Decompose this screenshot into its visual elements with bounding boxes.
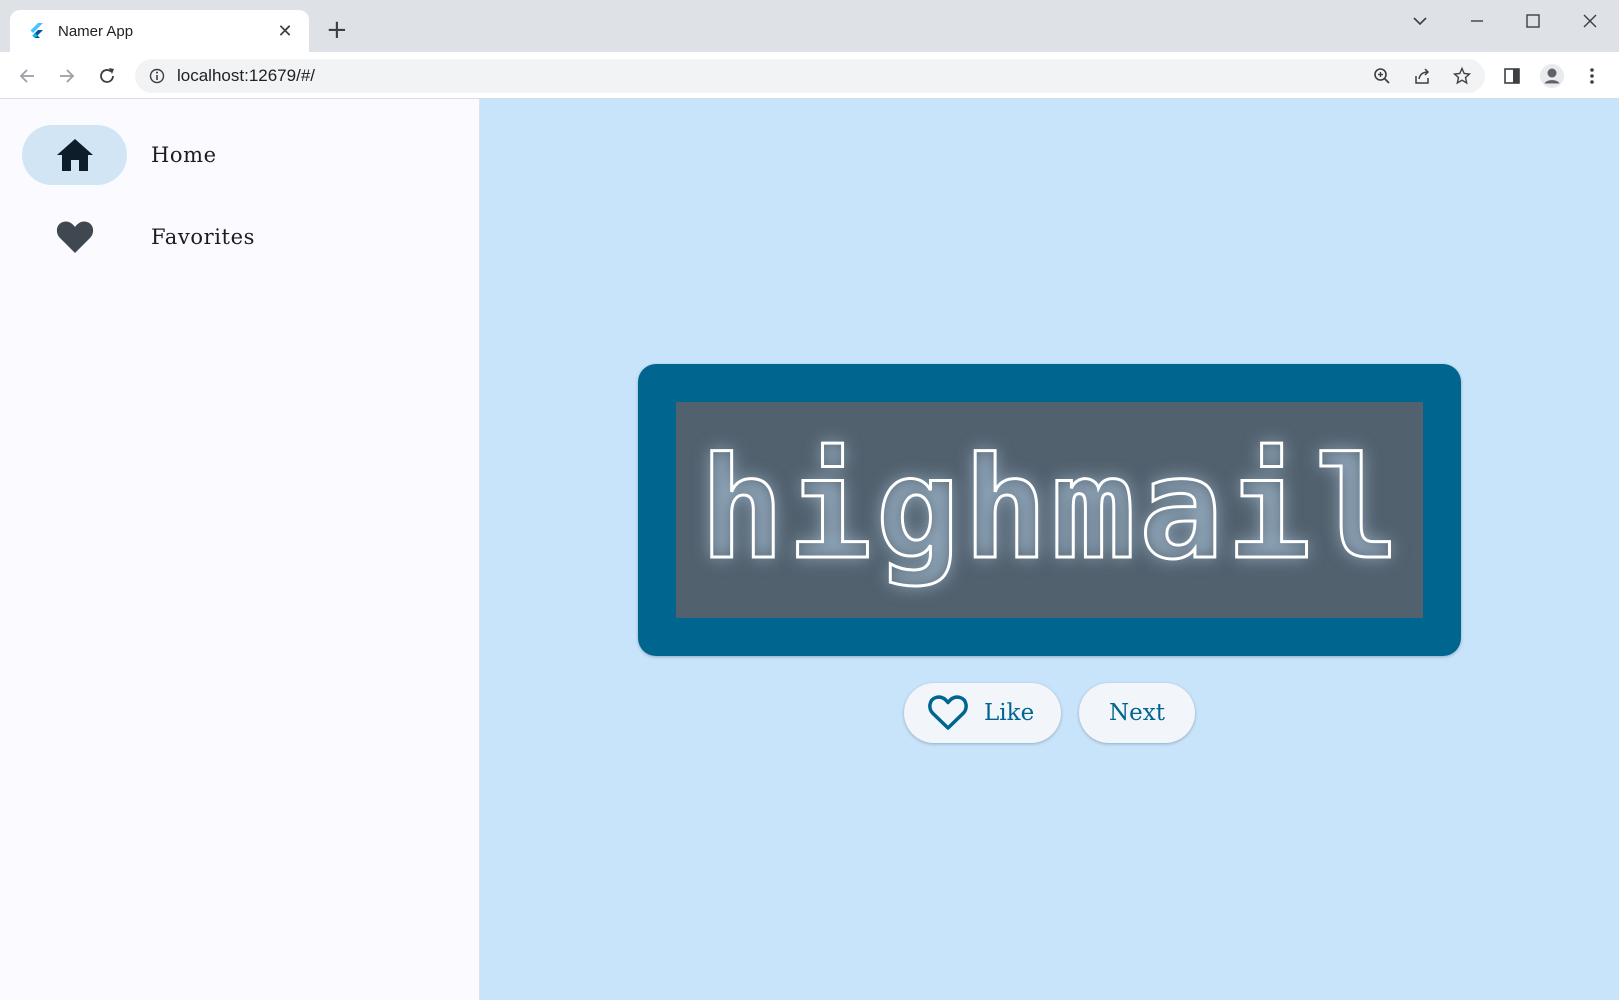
home-icon bbox=[56, 139, 93, 171]
nav-label-home: Home bbox=[151, 143, 217, 167]
word-pair-letter: l bbox=[1313, 428, 1400, 591]
maximize-icon[interactable] bbox=[1513, 6, 1553, 36]
generator-page: highmail Like Next bbox=[480, 99, 1619, 1000]
word-pair-letter: h bbox=[698, 428, 785, 591]
address-bar[interactable]: localhost:12679/#/ bbox=[135, 59, 1485, 93]
tab-title: Namer App bbox=[58, 22, 134, 40]
heart-outline-icon bbox=[928, 695, 968, 730]
forward-icon[interactable] bbox=[52, 61, 82, 91]
profile-avatar-icon[interactable] bbox=[1537, 61, 1567, 91]
word-pair-letter: m bbox=[1050, 428, 1137, 591]
tab-close-icon[interactable]: ✕ bbox=[275, 21, 295, 42]
word-pair-letter: i bbox=[1225, 428, 1312, 591]
word-pair-card: highmail bbox=[638, 364, 1461, 656]
word-pair-letter: g bbox=[874, 428, 961, 591]
like-button[interactable]: Like bbox=[904, 683, 1061, 743]
word-pair-letter: i bbox=[786, 428, 873, 591]
minimize-icon[interactable] bbox=[1457, 6, 1497, 36]
word-pair-letter: a bbox=[1138, 428, 1225, 591]
nav-indicator bbox=[22, 125, 127, 185]
share-icon[interactable] bbox=[1407, 61, 1437, 91]
namer-app: Home Favorites highmail Like Next bbox=[0, 99, 1619, 1000]
browser-toolbar: localhost:12679/#/ bbox=[0, 52, 1619, 99]
nav-label-favorites: Favorites bbox=[151, 225, 255, 249]
word-pair-letter: h bbox=[962, 428, 1049, 591]
url-text: localhost:12679/#/ bbox=[177, 66, 315, 85]
browser-menu-icon[interactable] bbox=[1577, 61, 1607, 91]
like-label: Like bbox=[984, 700, 1035, 726]
next-button[interactable]: Next bbox=[1079, 683, 1195, 743]
nav-item-home[interactable]: Home bbox=[22, 125, 462, 185]
back-icon[interactable] bbox=[12, 61, 42, 91]
browser-tabstrip: Namer App ✕ + bbox=[0, 0, 1619, 52]
flutter-icon bbox=[30, 23, 43, 38]
close-window-icon[interactable] bbox=[1570, 6, 1610, 36]
zoom-icon[interactable] bbox=[1367, 61, 1397, 91]
nav-item-favorites[interactable]: Favorites bbox=[22, 207, 462, 267]
word-pair-display: highmail bbox=[676, 402, 1423, 618]
site-info-icon[interactable] bbox=[149, 68, 165, 84]
nav-indicator bbox=[22, 207, 127, 267]
bookmark-star-icon[interactable] bbox=[1447, 61, 1477, 91]
browser-tab[interactable]: Namer App ✕ bbox=[10, 10, 309, 52]
next-label: Next bbox=[1109, 700, 1165, 726]
heart-icon bbox=[56, 221, 93, 253]
navigation-rail: Home Favorites bbox=[0, 99, 480, 1000]
reload-icon[interactable] bbox=[92, 61, 122, 91]
side-panel-icon[interactable] bbox=[1497, 61, 1527, 91]
new-tab-button[interactable]: + bbox=[326, 17, 348, 43]
word-pair-text: highmail bbox=[676, 402, 1423, 618]
tab-search-icon[interactable] bbox=[1400, 6, 1440, 36]
